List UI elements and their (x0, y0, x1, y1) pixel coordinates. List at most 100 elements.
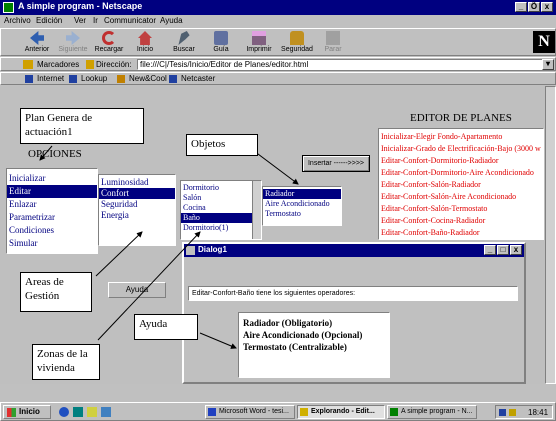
forward-button[interactable]: Siguiente (53, 29, 93, 53)
callout-objetos: Objetos (186, 134, 258, 156)
minimize-button[interactable]: _ (515, 2, 527, 12)
netcaster-icon (169, 75, 177, 83)
list-item[interactable]: Editar-Confort-Baño-Radiador (379, 227, 543, 239)
back-icon (30, 31, 44, 45)
opciones-label: OPCIONES (28, 148, 82, 160)
list-item[interactable]: Editar-Confort-Salón-Termostato (379, 203, 543, 215)
menu-ver[interactable]: Ver (74, 15, 86, 27)
list-item[interactable]: Dormitorio (181, 183, 261, 193)
taskbar: Inicio Microsoft Word - tesi... Exploran… (0, 402, 556, 421)
close-button[interactable]: x (541, 2, 553, 12)
netscape-app-icon (3, 2, 14, 13)
vertical-scrollbar[interactable] (545, 86, 556, 384)
callout-zonas: Zonas de la vivienda (32, 344, 100, 380)
security-button[interactable]: Seguridad (277, 29, 317, 53)
list-item[interactable]: Parametrizar (7, 211, 97, 224)
word-icon (208, 408, 216, 416)
insert-button[interactable]: Insertar ------>>>> (302, 155, 370, 172)
objetos-list[interactable]: Radiador Aire Acondicionado Termostato (262, 186, 342, 226)
tray-volume-icon[interactable] (509, 409, 516, 416)
window-title: A simple program - Netscape (18, 1, 143, 11)
quicklaunch-mail-icon[interactable] (87, 407, 97, 417)
dialog-minimize-button[interactable]: _ (484, 245, 496, 255)
zonas-scrollbar[interactable] (252, 181, 261, 239)
address-label: Dirección: (96, 60, 132, 69)
task-netscape[interactable]: A simple program - N... (387, 405, 477, 419)
stop-button[interactable]: Parar (313, 29, 353, 53)
operators-list[interactable]: Radiador (Obligatorio) Aire Acondicionad… (238, 312, 390, 378)
list-item[interactable]: Simular (7, 237, 97, 250)
address-dropdown-icon[interactable]: ▾ (542, 59, 554, 70)
guide-button[interactable]: Guía (201, 29, 241, 53)
start-button[interactable]: Inicio (3, 405, 51, 419)
quicklaunch-desktop-icon[interactable] (73, 407, 83, 417)
menu-ayuda[interactable]: Ayuda (160, 15, 183, 27)
address-input[interactable]: file:///C|/Tesis/Inicio/Editor de Planes… (137, 59, 547, 70)
tray-network-icon[interactable] (499, 409, 506, 416)
forward-icon (66, 31, 80, 45)
list-item[interactable]: Editar-Confort-Dormitorio-Aire Acondicio… (379, 167, 543, 179)
bookmark-lookup[interactable]: Lookup (81, 73, 107, 84)
list-item[interactable]: Inicializar-Elegir Fondo-Apartamento (379, 131, 543, 143)
reload-icon (102, 31, 116, 45)
menu-communicator[interactable]: Communicator (104, 15, 156, 27)
menu-ir[interactable]: Ir (93, 15, 98, 27)
list-item[interactable]: Salón (181, 193, 261, 203)
list-item[interactable]: Energia (99, 210, 175, 221)
list-item[interactable]: Inicializar-Grado de Electrificación-Baj… (379, 143, 543, 155)
list-item[interactable]: Cocina (181, 203, 261, 213)
list-item[interactable]: Editar-Confort-Salón-Radiador (379, 179, 543, 191)
quicklaunch-channels-icon[interactable] (101, 407, 111, 417)
print-icon (252, 31, 266, 45)
home-button[interactable]: Inicio (125, 29, 165, 53)
list-item[interactable]: Confort (99, 188, 175, 199)
list-item[interactable]: Radiador (263, 189, 341, 199)
dialog-maximize-button[interactable]: □ (497, 245, 509, 255)
list-item[interactable]: Baño (181, 213, 261, 223)
areas-list[interactable]: Luminosidad Confort Seguridad Energia (98, 174, 176, 246)
list-item[interactable]: Enlazar (7, 198, 97, 211)
back-button[interactable]: Anterior (17, 29, 57, 53)
menu-edicion[interactable]: Edición (36, 15, 62, 27)
menu-archivo[interactable]: Archivo (4, 15, 31, 27)
bookmark-newcool[interactable]: New&Cool (129, 73, 167, 84)
list-item[interactable]: Aire Acondicionado (263, 199, 341, 209)
callout-ayuda: Ayuda (134, 314, 198, 340)
bookmarks-button[interactable]: Marcadores (37, 59, 79, 70)
list-item[interactable]: Termostato (263, 209, 341, 219)
list-item[interactable]: Dormitorio(1) (181, 223, 261, 233)
lock-icon (290, 31, 304, 45)
task-word[interactable]: Microsoft Word - tesi... (205, 405, 295, 419)
menu-bar: Archivo Edición Ver Ir Communicator Ayud… (0, 15, 556, 27)
list-item[interactable]: Editar-Confort-Dormitorio-Radiador (379, 155, 543, 167)
lookup-icon (69, 75, 77, 83)
maximize-button[interactable]: Õ (528, 2, 540, 12)
quicklaunch-ie-icon[interactable] (59, 407, 69, 417)
list-item[interactable]: Luminosidad (99, 177, 175, 188)
bookmark-internet[interactable]: Internet (37, 73, 64, 84)
callout-plan: Plan Genera de actuación1 (20, 108, 144, 144)
list-item[interactable]: Editar-Confort-Cocina-Radiador (379, 215, 543, 227)
operator-item: Aire Acondicionado (Opcional) (243, 330, 363, 340)
operator-item: Radiador (Obligatorio) (243, 318, 333, 328)
opciones-list[interactable]: Inicializar Editar Enlazar Parametrizar … (6, 168, 98, 254)
window-title-bar: A simple program - Netscape _ Õ x (0, 0, 556, 15)
print-button[interactable]: Imprimir (239, 29, 279, 53)
list-item[interactable]: Inicializar (7, 172, 97, 185)
bookmark-netcaster[interactable]: Netcaster (181, 73, 215, 84)
list-item[interactable]: Editar-Confort-Salón-Aire Acondicionado (379, 191, 543, 203)
address-url: file:///C|/Tesis/Inicio/Editor de Planes… (140, 60, 309, 69)
list-item[interactable]: Editar (7, 185, 97, 198)
dialog-app-icon (186, 246, 195, 255)
dialog-close-button[interactable]: x (510, 245, 522, 255)
list-item[interactable]: Condiciones (7, 224, 97, 237)
search-icon (178, 31, 190, 45)
ayuda-button[interactable]: Ayuda (108, 282, 166, 298)
list-item[interactable]: Seguridad (99, 199, 175, 210)
zonas-list[interactable]: Dormitorio Salón Cocina Baño Dormitorio(… (180, 180, 262, 240)
editor-list[interactable]: Inicializar-Elegir Fondo-Apartamento Ini… (378, 128, 544, 240)
callout-areas: Areas de Gestión (20, 272, 92, 312)
reload-button[interactable]: Recargar (89, 29, 129, 53)
search-button[interactable]: Buscar (164, 29, 204, 53)
task-explorer[interactable]: Explorando - Edit... (297, 405, 385, 419)
